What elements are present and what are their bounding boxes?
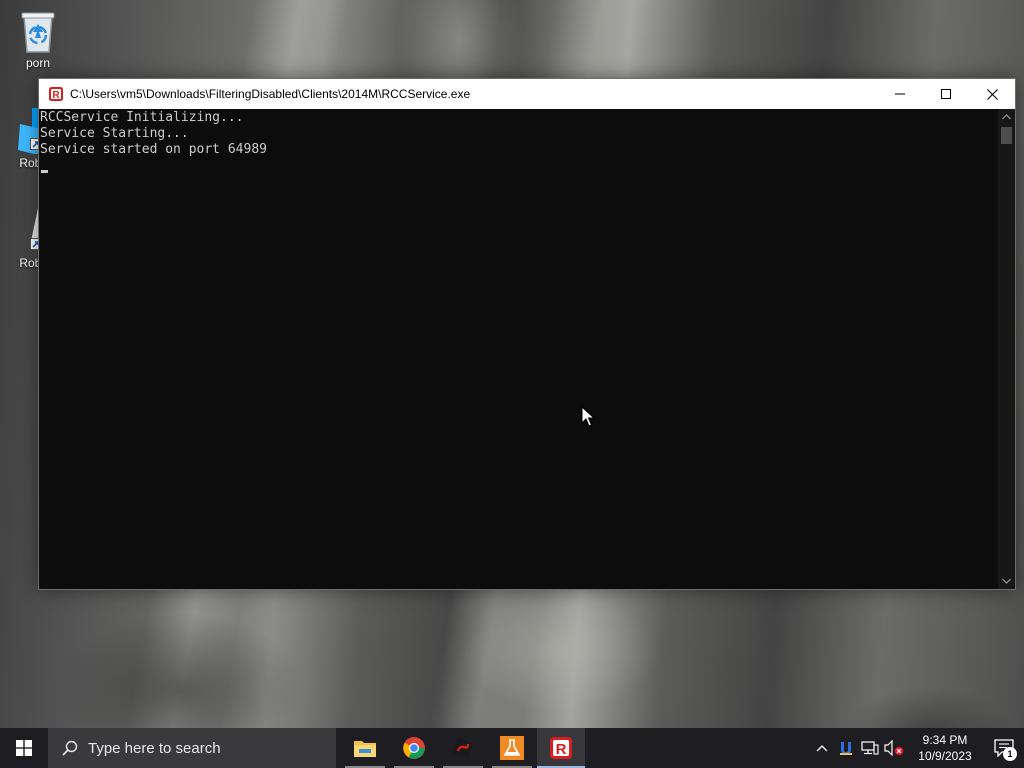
- chevron-up-icon: [1002, 114, 1011, 120]
- taskbar-search-box[interactable]: Type here to search: [48, 728, 336, 768]
- show-hidden-icons-button[interactable]: [810, 728, 834, 768]
- tray-app-button[interactable]: [834, 728, 858, 768]
- flask-app-icon: [500, 736, 524, 760]
- maximize-button[interactable]: [923, 79, 969, 109]
- volume-muted-icon: [884, 740, 904, 756]
- taskbar: Type here to search R 9:34 PM 10/9/2023 …: [0, 728, 1024, 768]
- action-center-button[interactable]: 1: [984, 728, 1024, 768]
- taskbar-app-chrome[interactable]: [390, 728, 438, 768]
- svg-text:R: R: [52, 90, 60, 101]
- roblox-r-icon: R: [550, 737, 572, 759]
- volume-button[interactable]: [882, 728, 906, 768]
- search-placeholder: Type here to search: [88, 739, 221, 757]
- chevron-down-icon: [1002, 578, 1011, 584]
- taskbar-app-flask[interactable]: [488, 728, 536, 768]
- window-title: C:\Users\vm5\Downloads\FilteringDisabled…: [70, 87, 471, 101]
- scroll-down-button[interactable]: [998, 573, 1015, 589]
- svg-text:R: R: [556, 741, 567, 758]
- scrollbar-thumb[interactable]: [1001, 127, 1012, 144]
- network-button[interactable]: [858, 728, 882, 768]
- window-titlebar[interactable]: R C:\Users\vm5\Downloads\FilteringDisabl…: [39, 79, 1015, 109]
- notification-count-badge: 1: [1003, 747, 1017, 761]
- taskbar-app-rccservice[interactable]: R: [537, 728, 585, 768]
- scroll-up-button[interactable]: [998, 109, 1015, 125]
- windows-logo-icon: [16, 740, 32, 756]
- console-output[interactable]: RCCService Initializing... Service Start…: [39, 109, 998, 589]
- chevron-up-icon: [816, 745, 828, 752]
- start-button[interactable]: [0, 728, 48, 768]
- network-icon: [861, 741, 879, 755]
- minimize-button[interactable]: [877, 79, 923, 109]
- console-line: RCCService Initializing...: [40, 110, 244, 125]
- desktop-icon-label: porn: [25, 56, 51, 70]
- rcc-service-icon: R: [48, 86, 64, 102]
- console-line: Service started on port 64989: [40, 142, 267, 157]
- maximize-icon: [941, 89, 951, 99]
- clock-time: 9:34 PM: [922, 733, 968, 747]
- vertical-scrollbar[interactable]: [998, 109, 1015, 589]
- minimize-icon: [895, 93, 905, 95]
- close-button[interactable]: [969, 79, 1015, 109]
- desktop-icon-recycle-bin[interactable]: porn: [0, 8, 76, 70]
- console-line: Service Starting...: [40, 126, 189, 141]
- tray-app-icon: [840, 742, 852, 755]
- taskbar-clock[interactable]: 9:34 PM 10/9/2023: [910, 732, 980, 764]
- taskbar-app-file-explorer[interactable]: [341, 728, 389, 768]
- search-icon: [62, 740, 78, 756]
- clock-date: 10/9/2023: [918, 749, 972, 763]
- chrome-icon: [403, 737, 425, 759]
- console-window[interactable]: R C:\Users\vm5\Downloads\FilteringDisabl…: [38, 78, 1016, 590]
- recycle-bin-icon: [21, 12, 55, 53]
- close-icon: [986, 88, 998, 100]
- taskbar-app-swirl[interactable]: [439, 728, 487, 768]
- mouse-pointer-icon: [581, 406, 595, 427]
- system-tray: 9:34 PM 10/9/2023 1: [810, 728, 1024, 768]
- file-explorer-icon: [354, 741, 376, 757]
- text-cursor: [41, 170, 48, 173]
- red-swirl-app-icon: [453, 738, 473, 758]
